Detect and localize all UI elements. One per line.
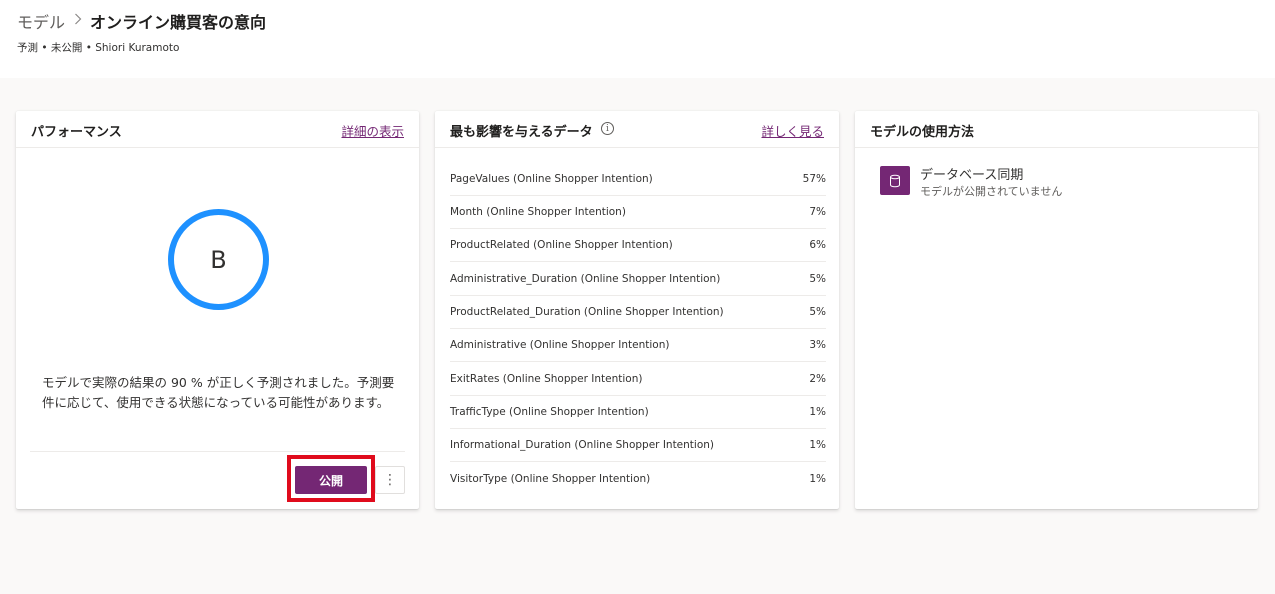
influencer-name: ExitRates (Online Shopper Intention) bbox=[450, 373, 643, 385]
database-sync-title: データベース同期 bbox=[920, 168, 1024, 183]
influencer-name: Administrative_Duration (Online Shopper … bbox=[450, 273, 721, 285]
view-details-link[interactable]: 詳細の表示 bbox=[341, 121, 404, 140]
more-options-button[interactable]: ⋮ bbox=[375, 466, 405, 494]
influencer-name: ProductRelated (Online Shopper Intention… bbox=[450, 239, 673, 251]
page-title: オンライン購買客の意向 bbox=[90, 13, 267, 32]
breadcrumb-models-link[interactable]: モデル bbox=[17, 9, 65, 33]
influencer-row: Administrative_Duration (Online Shopper … bbox=[450, 263, 826, 296]
influencer-row: PageValues (Online Shopper Intention) 57… bbox=[450, 163, 826, 196]
influencer-percent: 6% bbox=[809, 239, 826, 251]
influencer-percent: 1% bbox=[809, 406, 826, 418]
influencer-name: Month (Online Shopper Intention) bbox=[450, 206, 626, 218]
influencer-percent: 2% bbox=[809, 373, 826, 385]
influencer-row: ProductRelated (Online Shopper Intention… bbox=[450, 229, 826, 262]
top-influencers-card: 最も影響を与えるデータ i 詳しく見る PageValues (Online S… bbox=[435, 111, 839, 509]
influencer-row: Month (Online Shopper Intention) 7% bbox=[450, 196, 826, 229]
influencer-row: Informational_Duration (Online Shopper I… bbox=[450, 429, 826, 462]
database-sync-status: モデルが公開されていません bbox=[920, 185, 1063, 198]
influencer-row: Administrative (Online Shopper Intention… bbox=[450, 329, 826, 362]
database-icon bbox=[880, 166, 910, 195]
influencer-name: TrafficType (Online Shopper Intention) bbox=[450, 406, 649, 418]
learn-more-link[interactable]: 詳しく見る bbox=[761, 121, 824, 140]
influencer-name: Administrative (Online Shopper Intention… bbox=[450, 339, 670, 351]
page-header: モデル オンライン購買客の意向 予測 • 未公開 • Shiori Kuramo… bbox=[0, 0, 1275, 78]
influencer-percent: 1% bbox=[809, 439, 826, 451]
influencer-percent: 57% bbox=[802, 173, 826, 185]
influencer-name: ProductRelated_Duration (Online Shopper … bbox=[450, 306, 724, 318]
divider bbox=[30, 451, 405, 452]
performance-card: パフォーマンス 詳細の表示 B モデルで実際の結果の 90 % が正しく予測され… bbox=[16, 111, 419, 509]
influencer-percent: 5% bbox=[809, 273, 826, 285]
model-usage-card: モデルの使用方法 データベース同期 モデルが公開されていません bbox=[855, 111, 1258, 509]
usage-title: モデルの使用方法 bbox=[870, 125, 975, 140]
influencer-row: ExitRates (Online Shopper Intention) 2% bbox=[450, 363, 826, 396]
database-sync-item[interactable]: データベース同期 モデルが公開されていません bbox=[880, 162, 1180, 202]
card-header: 最も影響を与えるデータ i 詳しく見る bbox=[435, 111, 839, 148]
influencer-percent: 7% bbox=[809, 206, 826, 218]
chevron-right-icon bbox=[74, 13, 82, 29]
more-vertical-icon: ⋮ bbox=[383, 472, 397, 488]
info-icon[interactable]: i bbox=[601, 122, 614, 135]
influencer-name: Informational_Duration (Online Shopper I… bbox=[450, 439, 715, 451]
influencer-name: VisitorType (Online Shopper Intention) bbox=[450, 473, 651, 485]
publish-button[interactable]: 公開 bbox=[295, 466, 367, 494]
card-header: パフォーマンス 詳細の表示 bbox=[16, 111, 419, 148]
influencer-percent: 1% bbox=[809, 473, 826, 485]
influencer-percent: 5% bbox=[809, 306, 826, 318]
influencer-row: VisitorType (Online Shopper Intention) 1… bbox=[450, 463, 826, 496]
influencers-title: 最も影響を与えるデータ bbox=[450, 125, 593, 140]
grade-letter: B bbox=[210, 245, 227, 274]
influencer-row: ProductRelated_Duration (Online Shopper … bbox=[450, 296, 826, 329]
influencer-percent: 3% bbox=[809, 339, 826, 351]
performance-description: モデルで実際の結果の 90 % が正しく予測されました。予測要件に応じて、使用で… bbox=[42, 375, 395, 410]
influencer-name: PageValues (Online Shopper Intention) bbox=[450, 173, 653, 185]
performance-title: パフォーマンス bbox=[31, 125, 122, 140]
influencer-row: TrafficType (Online Shopper Intention) 1… bbox=[450, 396, 826, 429]
card-header: モデルの使用方法 bbox=[855, 111, 1258, 148]
model-meta: 予測 • 未公開 • Shiori Kuramoto bbox=[17, 42, 180, 54]
grade-ring: B bbox=[168, 209, 269, 310]
breadcrumb: モデル オンライン購買客の意向 bbox=[17, 9, 266, 33]
